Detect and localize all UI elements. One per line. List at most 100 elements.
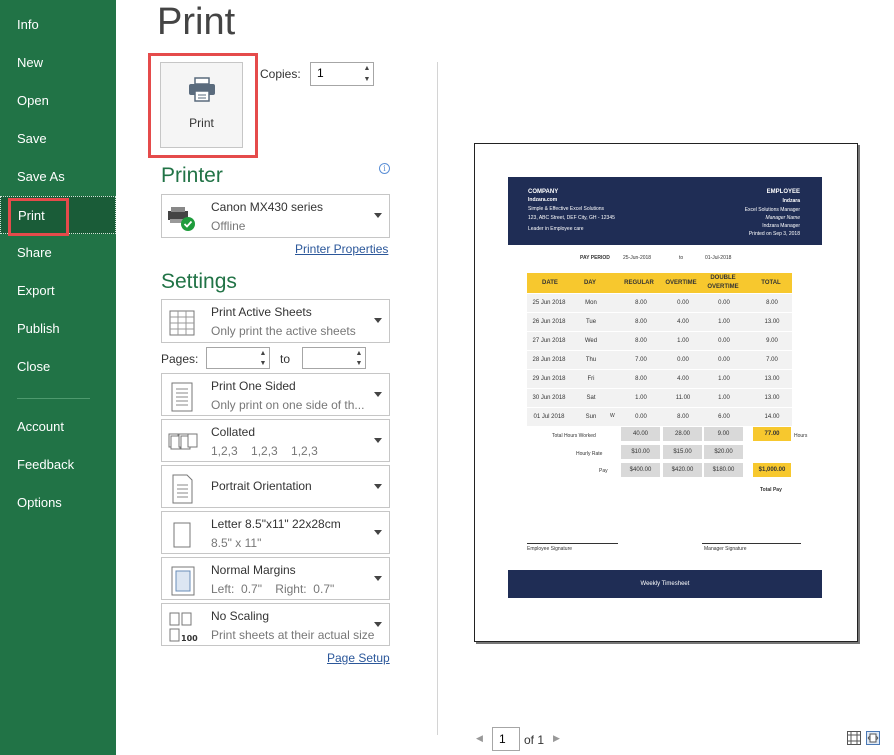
employee-name: Indzara — [782, 198, 800, 204]
pages-to-down-icon[interactable]: ▼ — [352, 358, 366, 369]
printer-properties-link[interactable]: Printer Properties — [295, 242, 388, 256]
nav-close[interactable]: Close — [0, 348, 116, 386]
cell-regular: 8.00 — [635, 319, 647, 325]
sheet-footer: Weekly Timesheet — [508, 570, 822, 598]
cell-regular: 7.00 — [635, 357, 647, 363]
pages-label: Pages: — [161, 352, 199, 366]
printer-status: Offline — [211, 219, 246, 233]
employee-org: Indzara Manager — [762, 223, 800, 229]
cell-date: 27 Jun 2018 — [532, 338, 566, 344]
nav-publish[interactable]: Publish — [0, 310, 116, 348]
info-icon[interactable]: i — [379, 163, 390, 174]
print-what-desc: Only print the active sheets — [211, 324, 356, 338]
copies-label: Copies: — [260, 67, 301, 81]
company-name: Indzara.com — [528, 197, 558, 203]
next-page-icon[interactable]: ▶ — [553, 733, 560, 744]
nav-feedback[interactable]: Feedback — [0, 446, 116, 484]
cell-double-overtime: 0.00 — [718, 357, 730, 363]
nav-options[interactable]: Options — [0, 484, 116, 522]
previous-page-icon[interactable]: ◀ — [476, 733, 483, 744]
paper-size-desc: 8.5" x 11" — [211, 536, 262, 550]
cell-overtime: 4.00 — [677, 376, 689, 382]
panel-divider — [437, 62, 438, 735]
scaling-select[interactable]: 100 No Scaling Print sheets at their act… — [161, 603, 390, 646]
nav-save[interactable]: Save — [0, 120, 116, 158]
cell-overtime: 4.00 — [677, 319, 689, 325]
employee-signature-label: Employee Signature — [527, 546, 573, 552]
pay-label: Pay — [599, 468, 608, 474]
chevron-down-icon — [374, 213, 382, 218]
company-tagline: Simple & Effective Excel Solutions — [528, 206, 605, 212]
nav-new[interactable]: New — [0, 44, 116, 82]
paper-size-select[interactable]: Letter 8.5"x11" 22x28cm 8.5" x 11" — [161, 511, 390, 554]
total-regular: 40.00 — [621, 427, 660, 441]
cell-date: 28 Jun 2018 — [532, 357, 566, 363]
employee-label: EMPLOYEE — [766, 189, 800, 195]
nav-account[interactable]: Account — [0, 408, 116, 446]
print-what-select[interactable]: Print Active Sheets Only print the activ… — [161, 299, 390, 343]
employee-role: Excel Solutions Manager — [744, 207, 800, 213]
page-setup-link[interactable]: Page Setup — [327, 651, 390, 665]
cell-regular: 0.00 — [635, 414, 647, 420]
printer-heading: Printer — [161, 164, 223, 187]
page-title: Print — [157, 1, 236, 43]
employee-signature-line — [527, 543, 618, 544]
cell-total: 13.00 — [764, 376, 780, 382]
hourly-rate-label: Hourly Rate — [576, 451, 603, 457]
cell-day: Mon — [585, 300, 597, 306]
cell-day: Sun — [585, 414, 597, 420]
nav-share[interactable]: Share — [0, 234, 116, 272]
zoom-to-page-icon[interactable] — [866, 731, 880, 745]
cell-overtime: 11.00 — [675, 395, 691, 401]
print-button-highlight — [148, 53, 258, 158]
pay-period-to-label: to — [679, 255, 684, 261]
chevron-down-icon — [374, 437, 382, 443]
sided-title: Print One Sided — [211, 379, 296, 393]
margins-select[interactable]: Normal Margins Left: 0.7" Right: 0.7" — [161, 557, 390, 600]
cell-total: 7.00 — [766, 357, 778, 363]
orientation-select[interactable]: Portrait Orientation — [161, 465, 390, 508]
cell-regular: 8.00 — [635, 376, 647, 382]
copies-down-arrow-icon[interactable]: ▼ — [360, 74, 374, 85]
nav-info[interactable]: Info — [0, 6, 116, 44]
sheets-grid-icon — [169, 310, 195, 336]
sided-select[interactable]: Print One Sided Only print on one side o… — [161, 373, 390, 416]
nav-save-as[interactable]: Save As — [0, 158, 116, 196]
cell-total: 8.00 — [766, 300, 778, 306]
cell-date: 29 Jun 2018 — [532, 376, 566, 382]
margins-icon — [171, 566, 195, 596]
collated-pages-icon — [168, 433, 198, 450]
copies-up-arrow-icon[interactable]: ▲ — [360, 63, 374, 74]
collate-title: Collated — [211, 425, 256, 439]
cell-total: 14.00 — [764, 414, 780, 420]
cell-date: 25 Jun 2018 — [532, 300, 566, 306]
show-margins-icon[interactable] — [847, 731, 861, 745]
cell-double-overtime: 1.00 — [718, 395, 730, 401]
nav-print-highlight — [8, 198, 69, 236]
printer-select[interactable]: Canon MX430 series Offline — [161, 194, 390, 238]
cell-day: Fri — [587, 376, 595, 382]
pay-period-label: PAY PERIOD — [580, 255, 610, 261]
pages-from-down-icon[interactable]: ▼ — [256, 358, 270, 369]
chevron-down-icon — [374, 318, 382, 323]
page-number-input[interactable]: 1 — [492, 727, 520, 751]
collate-select[interactable]: Collated 1,2,3 1,2,3 1,2,3 — [161, 419, 390, 462]
nav-export[interactable]: Export — [0, 272, 116, 310]
one-sided-page-icon — [171, 382, 193, 412]
scaling-icon-text: 100 — [181, 634, 198, 643]
margins-title: Normal Margins — [211, 563, 296, 577]
cell-date: 01 Jul 2018 — [533, 414, 565, 420]
total-overtime: 28.00 — [663, 427, 702, 441]
page-count: of 1 — [524, 733, 545, 747]
cell-overtime: 0.00 — [677, 357, 689, 363]
header-overtime: OVERTIME — [665, 280, 697, 286]
manager-signature-label: Manager Signature — [704, 546, 747, 552]
cell-day: Sat — [586, 395, 596, 401]
print-what-title: Print Active Sheets — [211, 305, 312, 319]
cell-day: Tue — [585, 319, 597, 325]
rate-overtime: $15.00 — [663, 445, 702, 459]
rate-double-overtime: $20.00 — [704, 445, 743, 459]
nav-open[interactable]: Open — [0, 82, 116, 120]
chevron-down-icon — [374, 391, 382, 397]
pay-overtime: $420.00 — [663, 463, 702, 477]
